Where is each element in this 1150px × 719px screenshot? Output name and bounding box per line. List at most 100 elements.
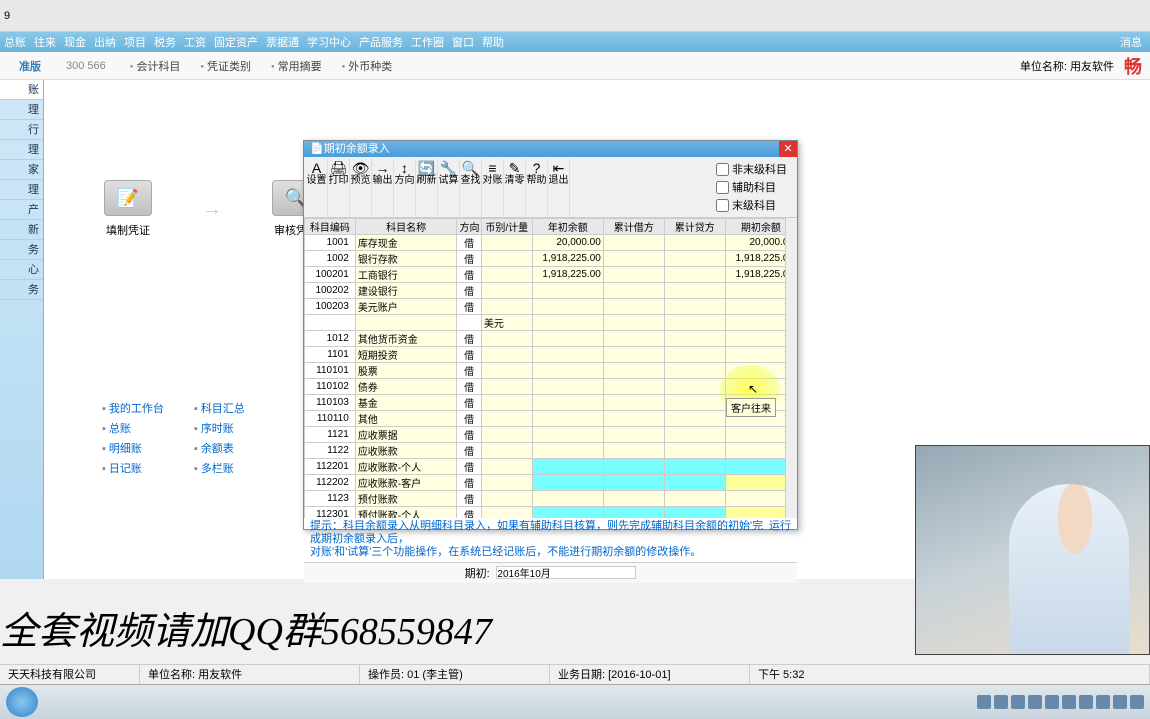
table-row[interactable]: 1002银行存款借1,918,225.001,918,225.00 — [305, 251, 797, 267]
sidebar-item[interactable]: 理 — [0, 180, 43, 200]
table-row[interactable]: 100202建设银行借 — [305, 283, 797, 299]
menu-item[interactable]: 出纳 — [94, 34, 116, 50]
table-row[interactable]: 1001库存现金借20,000.0020,000.00 — [305, 235, 797, 251]
toolbar-fx[interactable]: 外币种类 — [342, 58, 393, 74]
balance-grid[interactable]: 科目编码科目名称方向币别/计量年初余额累计借方累计贷方期初余额 1001库存现金… — [304, 218, 797, 518]
tray-icon[interactable] — [977, 695, 991, 709]
link-account-summary[interactable]: 科目汇总 — [194, 400, 245, 416]
link-journal[interactable]: 日记账 — [102, 460, 164, 476]
tray-icon[interactable] — [1096, 695, 1110, 709]
sidebar-item[interactable]: 理 — [0, 140, 43, 160]
tool-预览[interactable]: 👁预览 — [350, 159, 372, 215]
tool-帮助[interactable]: ?帮助 — [526, 159, 548, 215]
table-row[interactable]: 112301预付账款-个人借 — [305, 507, 797, 519]
sidebar-item[interactable]: 行 — [0, 120, 43, 140]
table-row[interactable]: 1122应收账款借 — [305, 443, 797, 459]
link-chrono[interactable]: 序时账 — [194, 420, 245, 436]
toolbar-voucher-type[interactable]: 凭证类别 — [200, 58, 251, 74]
tray-icon[interactable] — [1011, 695, 1025, 709]
table-row[interactable]: 110101股票借 — [305, 363, 797, 379]
title-bar: 9 — [0, 0, 1150, 32]
menu-item[interactable]: 总账 — [4, 34, 26, 50]
tool-试算[interactable]: 🔧试算 — [438, 159, 460, 215]
menu-item[interactable]: 窗口 — [452, 34, 474, 50]
tool-设置[interactable]: A设置 — [306, 159, 328, 215]
sidebar-item[interactable]: 理 — [0, 100, 43, 120]
system-tray[interactable] — [977, 695, 1150, 709]
col-header[interactable]: 币别/计量 — [481, 219, 532, 235]
tray-icon[interactable] — [1079, 695, 1093, 709]
link-my-workspace[interactable]: 我的工作台 — [102, 400, 164, 416]
period-input[interactable] — [496, 566, 636, 579]
table-row[interactable]: 110103基金借 — [305, 395, 797, 411]
brand-logo: 准版 — [8, 58, 52, 74]
col-header[interactable]: 方向 — [457, 219, 481, 235]
link-balance-sheet[interactable]: 余额表 — [194, 440, 245, 456]
table-row[interactable]: 110102债券借 — [305, 379, 797, 395]
menu-messages[interactable]: 消息 — [1120, 34, 1142, 50]
sidebar-item[interactable]: 账 — [0, 80, 43, 100]
menu-item[interactable]: 工作圈 — [411, 34, 444, 50]
sidebar-item[interactable]: 心 — [0, 260, 43, 280]
tray-icon[interactable] — [1130, 695, 1144, 709]
menu-item[interactable]: 税务 — [154, 34, 176, 50]
tool-查找[interactable]: 🔍查找 — [460, 159, 482, 215]
tray-icon[interactable] — [1113, 695, 1127, 709]
tool-对账[interactable]: ≡对账 — [482, 159, 504, 215]
menu-item[interactable]: 票据通 — [266, 34, 299, 50]
start-button[interactable] — [6, 687, 38, 717]
tool-方向[interactable]: ↕方向 — [394, 159, 416, 215]
scrollbar-vertical[interactable] — [785, 218, 797, 518]
menu-item[interactable]: 固定资产 — [214, 34, 258, 50]
col-header[interactable]: 科目编码 — [305, 219, 356, 235]
tray-icon[interactable] — [994, 695, 1008, 709]
tool-输出[interactable]: →输出 — [372, 159, 394, 215]
table-row[interactable]: 112201应收账款-个人借 — [305, 459, 797, 475]
check-nonleaf[interactable]: 非末级科目 — [716, 161, 787, 177]
toolbar-accounts[interactable]: 会计科目 — [130, 58, 181, 74]
tray-icon[interactable] — [1062, 695, 1076, 709]
menu-item[interactable]: 往来 — [34, 34, 56, 50]
toolbar-summary[interactable]: 常用摘要 — [271, 58, 322, 74]
run-link[interactable]: 运行 — [769, 520, 791, 533]
close-icon[interactable]: ✕ — [779, 141, 797, 157]
col-header[interactable]: 累计贷方 — [664, 219, 725, 235]
sidebar-item[interactable]: 家 — [0, 160, 43, 180]
table-row[interactable]: 1121应收票据借 — [305, 427, 797, 443]
tray-icon[interactable] — [1045, 695, 1059, 709]
menu-item[interactable]: 工资 — [184, 34, 206, 50]
sidebar-item[interactable]: 务 — [0, 240, 43, 260]
col-header[interactable]: 科目名称 — [355, 219, 457, 235]
menu-item[interactable]: 帮助 — [482, 34, 504, 50]
taskbar[interactable] — [0, 684, 1150, 719]
dialog-title-bar[interactable]: 📄 期初余额录入 ✕ — [304, 141, 797, 157]
col-header[interactable]: 累计借方 — [603, 219, 664, 235]
table-row[interactable]: 112202应收账款-客户借 — [305, 475, 797, 491]
table-row[interactable]: 100203美元账户借 — [305, 299, 797, 315]
table-row[interactable]: 1012其他货币资金借 — [305, 331, 797, 347]
menu-item[interactable]: 项目 — [124, 34, 146, 50]
tool-刷新[interactable]: 🔄刷新 — [416, 159, 438, 215]
menu-item[interactable]: 产品服务 — [359, 34, 403, 50]
table-row[interactable]: 1101短期投资借 — [305, 347, 797, 363]
wf-create-voucher[interactable]: 📝 填制凭证 — [104, 180, 152, 238]
check-aux[interactable]: 辅助科目 — [716, 179, 787, 195]
link-detail-ledger[interactable]: 明细账 — [102, 440, 164, 456]
tool-退出[interactable]: ⇤退出 — [548, 159, 570, 215]
col-header[interactable]: 年初余额 — [532, 219, 603, 235]
table-row[interactable]: 美元 — [305, 315, 797, 331]
menu-item[interactable]: 现金 — [64, 34, 86, 50]
table-row[interactable]: 100201工商银行借1,918,225.001,918,225.00 — [305, 267, 797, 283]
tool-清零[interactable]: ✎清零 — [504, 159, 526, 215]
check-leaf[interactable]: 末级科目 — [716, 197, 787, 213]
table-row[interactable]: 1123预付账款借 — [305, 491, 797, 507]
sidebar-item[interactable]: 产 — [0, 200, 43, 220]
link-multi-col[interactable]: 多栏账 — [194, 460, 245, 476]
sidebar-item[interactable]: 务 — [0, 280, 43, 300]
sidebar-item[interactable]: 新 — [0, 220, 43, 240]
table-row[interactable]: 110110其他借 — [305, 411, 797, 427]
link-general-ledger[interactable]: 总账 — [102, 420, 164, 436]
tray-icon[interactable] — [1028, 695, 1042, 709]
tool-打印[interactable]: 🖨打印 — [328, 159, 350, 215]
menu-item[interactable]: 学习中心 — [307, 34, 351, 50]
